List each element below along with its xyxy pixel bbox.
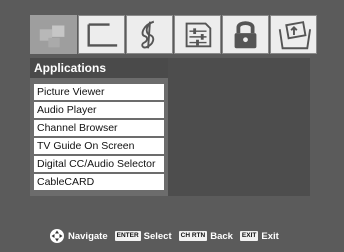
- tab-picture[interactable]: [78, 15, 125, 54]
- preferences-icon: [278, 21, 312, 50]
- picture-icon: [87, 23, 118, 47]
- menu-item-cablecard[interactable]: CableCARD: [34, 174, 164, 190]
- setup-icon: [185, 22, 212, 48]
- menu-list: Applications Picture Viewer Audio Player…: [30, 58, 168, 196]
- menu-item-tv-guide[interactable]: TV Guide On Screen: [34, 138, 164, 154]
- menu-title: Applications: [30, 58, 168, 78]
- menu-item-audio-player[interactable]: Audio Player: [34, 102, 164, 118]
- menu-item-digital-cc-audio[interactable]: Digital CC/Audio Selector: [34, 156, 164, 172]
- tab-lock[interactable]: [222, 15, 269, 54]
- tab-applications[interactable]: [30, 15, 77, 54]
- tv-menu-screen: Applications Picture Viewer Audio Player…: [0, 0, 344, 252]
- ch-rtn-key-icon: CH RTN: [178, 231, 208, 241]
- back-label: Back: [210, 230, 233, 242]
- tab-preferences[interactable]: [270, 15, 317, 54]
- menu-panel: Applications Picture Viewer Audio Player…: [30, 58, 310, 196]
- menu-item-channel-browser[interactable]: Channel Browser: [34, 120, 164, 136]
- lock-icon: [234, 21, 257, 49]
- menu-item-picture-viewer[interactable]: Picture Viewer: [34, 84, 164, 100]
- button-legend: Navigate ENTER Select CH RTN Back EXIT E…: [50, 229, 286, 243]
- navigate-pad-icon: [50, 229, 64, 243]
- tab-setup[interactable]: [174, 15, 221, 54]
- applications-icon: [39, 25, 65, 48]
- tab-audio[interactable]: [126, 15, 173, 54]
- enter-key-icon: ENTER: [114, 231, 141, 241]
- audio-icon: [141, 20, 155, 49]
- exit-key-icon: EXIT: [239, 231, 259, 241]
- select-label: Select: [143, 230, 172, 242]
- navigate-label: Navigate: [68, 230, 108, 242]
- exit-label: Exit: [261, 230, 279, 242]
